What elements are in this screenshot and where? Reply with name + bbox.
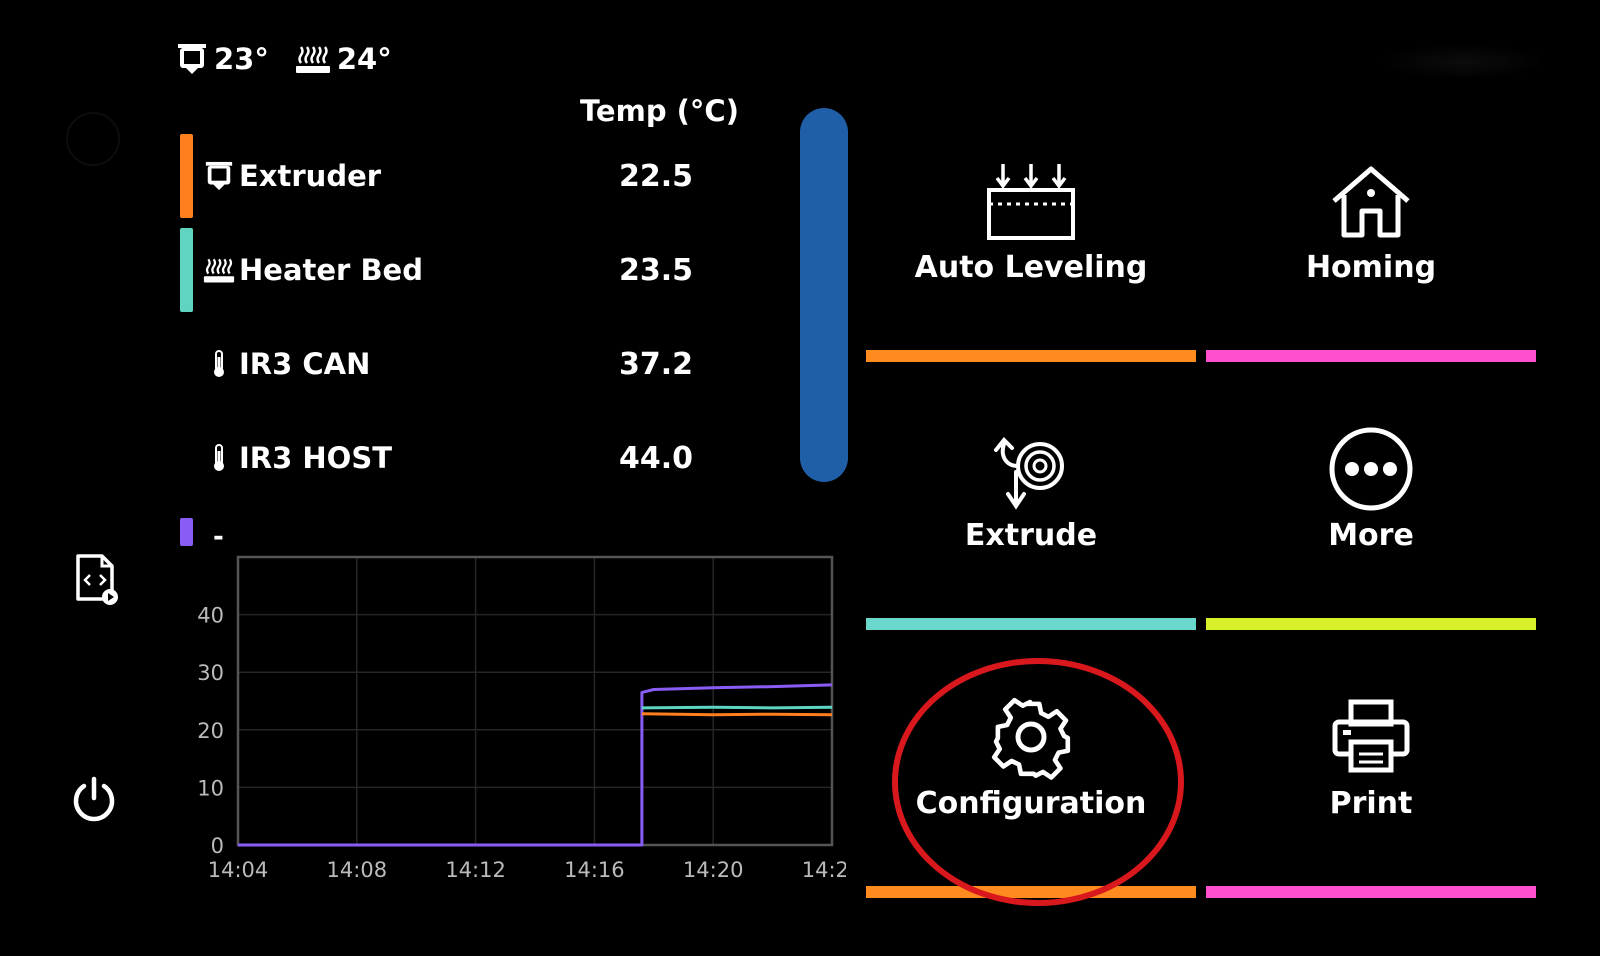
sensor-temp: 23.5 (619, 252, 694, 288)
power-icon (73, 776, 115, 822)
sensor-temp: 37.2 (619, 346, 694, 382)
tile-label: More (1328, 518, 1414, 553)
status-bed[interactable]: 24° (295, 42, 392, 76)
sensor-name: IR3 CAN (239, 347, 371, 381)
series-color-bar (180, 416, 193, 500)
tile-accent-bar (1206, 618, 1536, 630)
x-tick-label: 14:08 (327, 858, 388, 882)
tile-accent-bar (866, 618, 1196, 630)
y-tick-label: 30 (197, 661, 224, 685)
file-code-play-icon (76, 554, 118, 605)
heater-bed-icon (203, 255, 235, 285)
more-button[interactable]: More (1206, 362, 1536, 630)
screen-smudge (1378, 44, 1548, 80)
x-tick-label: 14:12 (445, 858, 506, 882)
extrude-icon (866, 426, 1196, 512)
x-tick-label: 14:04 (208, 858, 269, 882)
y-tick-label: 40 (197, 604, 224, 628)
printer-touchscreen: 23° 24° Temp (°C) Extruder 22.5 Heater B… (0, 0, 1600, 956)
auto-leveling-icon (866, 158, 1196, 244)
tile-label: Extrude (964, 518, 1098, 553)
sensor-row-extruder[interactable]: Extruder 22.5 (180, 134, 740, 218)
sensor-name: IR3 HOST (239, 441, 392, 475)
sensor-row-heater-bed[interactable]: Heater Bed 23.5 (180, 228, 740, 312)
y-tick-label: 0 (211, 834, 224, 858)
tile-accent-bar (866, 886, 1196, 898)
sensor-name: - (213, 522, 224, 552)
homing-button[interactable]: Homing (1206, 94, 1536, 362)
series-line-2 (641, 712, 833, 717)
tile-accent-bar (866, 350, 1196, 362)
tile-label: Auto Leveling (914, 250, 1148, 285)
y-tick-label: 10 (197, 776, 224, 800)
faint-logo-icon (66, 112, 120, 166)
series-color-bar (180, 134, 193, 218)
series-color-bar (180, 322, 193, 406)
sensor-name: Heater Bed (239, 253, 423, 287)
sensor-row-ir3-host[interactable]: IR3 HOST 44.0 (180, 416, 740, 500)
configuration-button[interactable]: Configuration (866, 630, 1196, 898)
y-tick-label: 20 (197, 719, 224, 743)
status-extruder[interactable]: 23° (176, 42, 269, 76)
power-button[interactable] (66, 772, 122, 828)
series-color-bar (180, 228, 193, 312)
thermometer-icon (203, 443, 235, 473)
sensor-row-extra[interactable]: - (180, 518, 224, 552)
chart-frame (236, 555, 834, 847)
tile-accent-bar (1206, 886, 1536, 898)
x-tick-label: 14:20 (683, 858, 744, 882)
tile-label: Homing (1305, 250, 1437, 285)
file-code-play-button[interactable] (68, 550, 124, 610)
printer-icon (1206, 694, 1536, 780)
extruder-icon (203, 159, 235, 193)
print-button[interactable]: Print (1206, 630, 1536, 898)
gear-icon (866, 694, 1196, 780)
extruder-icon (176, 42, 208, 76)
tile-accent-bar (1206, 350, 1536, 362)
series-line-1 (641, 705, 833, 710)
heater-bed-icon (295, 43, 331, 75)
sensor-list-scrollbar[interactable] (800, 108, 848, 482)
sensor-row-ir3-can[interactable]: IR3 CAN 37.2 (180, 322, 740, 406)
bed-status-temp: 24° (336, 42, 392, 76)
extruder-status-temp: 23° (214, 42, 269, 76)
sensor-name: Extruder (239, 159, 382, 193)
x-tick-label: 14:16 (564, 858, 625, 882)
auto-leveling-button[interactable]: Auto Leveling (866, 94, 1196, 362)
x-tick-label: 14:24 (802, 858, 846, 882)
extrude-button[interactable]: Extrude (866, 362, 1196, 630)
temperature-chart: 0 10 20 30 40 14:04 14:08 14:12 14:16 14:20 14:24 (197, 555, 846, 882)
status-bar: 23° 24° (176, 42, 392, 76)
tile-label: Print (1329, 786, 1413, 821)
home-icon (1206, 158, 1536, 244)
series-color-bar (180, 518, 193, 546)
temp-column-header: Temp (°C) (580, 94, 739, 128)
sensor-temp: 22.5 (619, 158, 694, 194)
sensor-temp: 44.0 (619, 440, 694, 476)
tile-label: Configuration (915, 786, 1147, 821)
thermometer-icon (203, 349, 235, 379)
more-icon (1206, 426, 1536, 512)
